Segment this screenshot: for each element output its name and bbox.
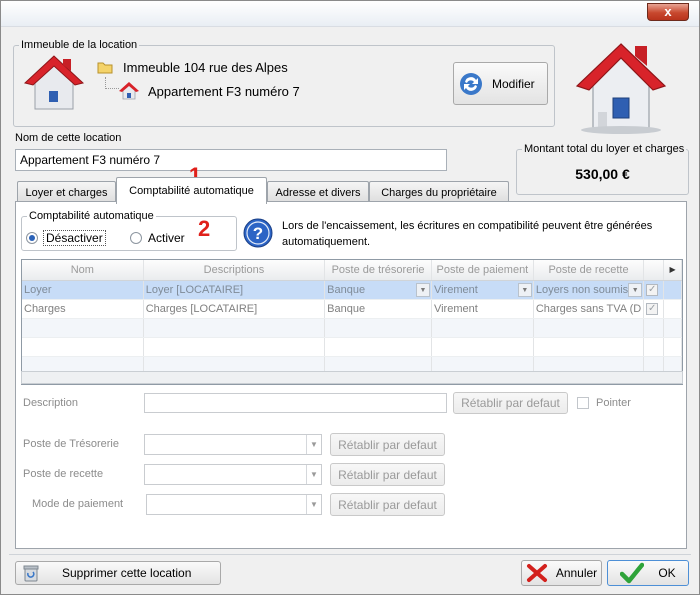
chevron-down-icon: ▼ (306, 465, 321, 484)
grid-header-arrow[interactable]: ▶ (663, 260, 682, 281)
cancel-label: Annuler (555, 566, 598, 580)
pointer-label: Pointer (596, 397, 631, 409)
title-bar: x (1, 1, 699, 27)
grid-header-tresorerie[interactable]: Poste de trésorerie (324, 260, 432, 281)
small-house-icon (119, 81, 139, 101)
reset-paiement-button[interactable]: Rétablir par defaut (330, 493, 445, 516)
table-row[interactable]: Loyer Loyer [LOCATAIRE] Banque ▼ Virement… (22, 280, 682, 300)
reset-recette-button[interactable]: Rétablir par defaut (330, 463, 445, 486)
cell-paiement[interactable]: Virement (431, 299, 534, 319)
ok-label: OK (658, 566, 676, 580)
cell-tresorerie[interactable]: Banque ▼ (324, 280, 432, 300)
recette-label: Poste de recette (23, 468, 104, 480)
grid-header-recette[interactable]: Poste de recette (533, 260, 645, 281)
cell-recette[interactable]: Loyers non soumis ▼ (533, 280, 645, 300)
refresh-icon (458, 71, 484, 97)
disable-radio[interactable] (26, 232, 38, 244)
grid-header-descriptions[interactable]: Descriptions (143, 260, 326, 281)
info-text: Lors de l'encaissement, les écritures en… (282, 220, 653, 248)
info-icon: ? (243, 218, 273, 248)
cell-recette-value: Loyers non soumis (535, 283, 629, 296)
folder-icon (97, 60, 113, 74)
accounting-grid[interactable]: Nom Descriptions Poste de trésorerie Pos… (21, 259, 683, 385)
dropdown-arrow-icon[interactable]: ▼ (517, 282, 532, 297)
close-button[interactable]: x (647, 3, 689, 21)
cross-icon (526, 563, 548, 583)
description-label: Description (23, 397, 79, 409)
building-group-legend: Immeuble de la location (21, 39, 138, 51)
recette-select[interactable]: ▼ (144, 464, 322, 485)
cell-check[interactable]: ✓ (643, 280, 665, 300)
reset-description-button[interactable]: Rétablir par defaut (453, 392, 568, 414)
cell-tresorerie-value: Banque (327, 283, 366, 296)
row-checkbox[interactable]: ✓ (646, 284, 659, 296)
footer-separator (9, 554, 691, 555)
table-row[interactable]: Charges Charges [LOCATAIRE] Banque Virem… (22, 299, 682, 319)
total-legend: Montant total du loyer et charges (524, 143, 685, 155)
grid-header-row: Nom Descriptions Poste de trésorerie Pos… (22, 260, 682, 281)
grid-horizontal-scrollbar[interactable] (21, 371, 683, 384)
delete-location-label: Supprimer cette location (62, 566, 192, 580)
paiement-select[interactable]: ▼ (146, 494, 322, 515)
ok-button[interactable]: OK (607, 560, 689, 586)
auto-accounting-legend: Comptabilité automatique (29, 210, 154, 222)
paiement-label: Mode de paiement (32, 498, 124, 510)
cell-nom: Charges (22, 299, 144, 319)
cell-description: Charges [LOCATAIRE] (143, 299, 326, 319)
cell-description: Loyer [LOCATAIRE] (143, 280, 326, 300)
grid-header-check (643, 260, 665, 281)
cell-nom: Loyer (22, 280, 144, 300)
cell-empty (663, 299, 682, 319)
enable-radio-label[interactable]: Activer (148, 231, 185, 245)
enable-radio[interactable] (130, 232, 142, 244)
tresorerie-select[interactable]: ▼ (144, 434, 322, 455)
annotation-marker-radio: 2 (198, 216, 211, 241)
total-value: 530,00 € (575, 166, 630, 182)
description-input[interactable] (144, 393, 447, 413)
delete-location-button[interactable]: Supprimer cette location (15, 561, 221, 585)
reset-tresorerie-button[interactable]: Rétablir par defaut (330, 433, 445, 456)
dropdown-arrow-icon[interactable]: ▼ (415, 282, 430, 297)
modify-button[interactable]: Modifier (453, 62, 548, 105)
cell-paiement-value: Virement (433, 283, 478, 296)
modify-button-label: Modifier (492, 76, 535, 91)
chevron-down-icon: ▼ (306, 495, 321, 514)
large-house-icon (571, 36, 671, 136)
checkmark-icon (620, 562, 645, 584)
trash-icon (22, 564, 40, 582)
cancel-button[interactable]: Annuler (521, 560, 602, 586)
cell-paiement[interactable]: Virement ▼ (431, 280, 534, 300)
disable-radio-label[interactable]: Désactiver (43, 230, 106, 246)
table-row-empty (22, 318, 682, 338)
house-icon (23, 53, 85, 115)
chevron-down-icon: ▼ (306, 435, 321, 454)
dropdown-arrow-icon[interactable]: ▼ (628, 282, 643, 297)
cell-recette[interactable]: Charges sans TVA (D (533, 299, 645, 319)
location-name-label: Nom de cette location (15, 132, 122, 144)
cell-check[interactable]: ✓ (643, 299, 665, 319)
pointer-checkbox[interactable] (577, 397, 589, 409)
cell-empty (663, 280, 682, 300)
dialog-window: x Immeuble de la location Immeuble 104 r… (0, 0, 700, 595)
row-checkbox[interactable]: ✓ (646, 303, 659, 315)
tab-comptabilite-automatique[interactable]: Comptabilité automatique (116, 177, 267, 204)
cell-tresorerie[interactable]: Banque (324, 299, 432, 319)
tree-connector (105, 77, 119, 89)
table-row-empty (22, 337, 682, 357)
location-name-input[interactable]: Appartement F3 numéro 7 (15, 149, 447, 171)
tresorerie-label: Poste de Trésorerie (23, 438, 119, 450)
svg-text:?: ? (253, 224, 263, 243)
grid-header-paiement[interactable]: Poste de paiement (431, 260, 534, 281)
tree-building-label[interactable]: Immeuble 104 rue des Alpes (123, 60, 288, 75)
tree-apartment-label[interactable]: Appartement F3 numéro 7 (148, 84, 300, 99)
grid-header-nom[interactable]: Nom (22, 260, 144, 281)
